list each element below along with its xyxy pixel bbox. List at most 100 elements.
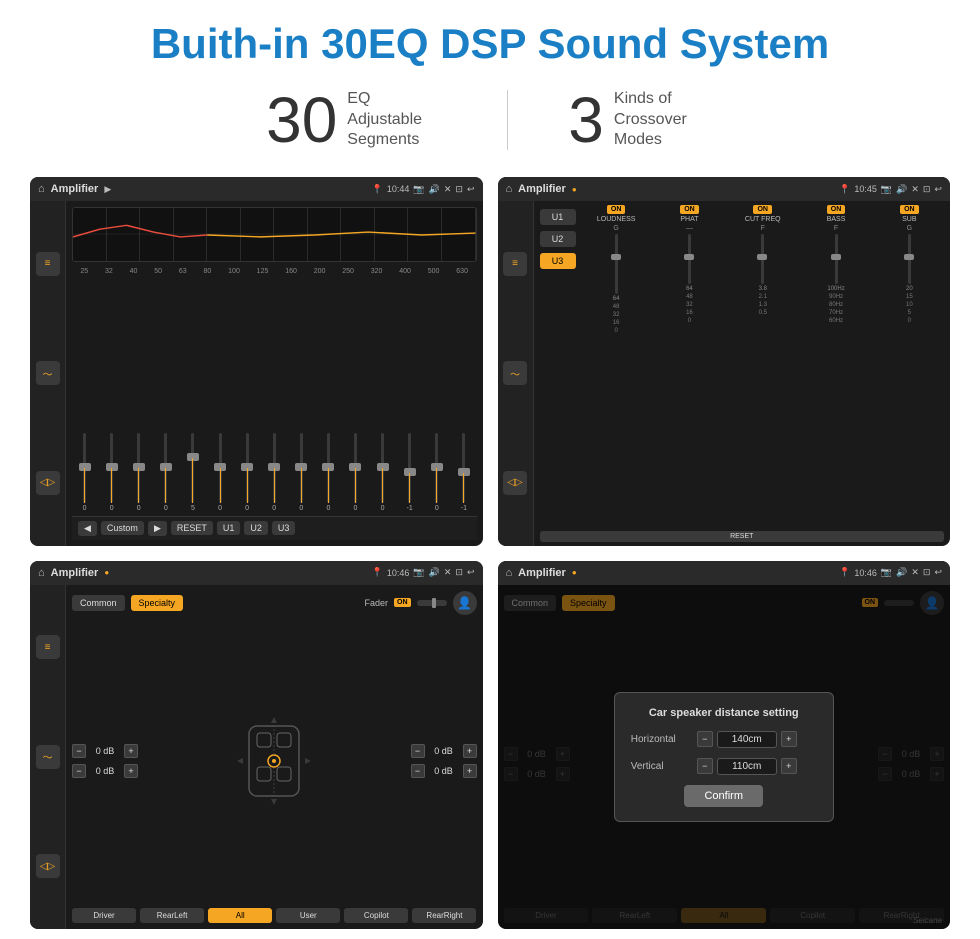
fader-slider[interactable] xyxy=(417,600,447,606)
eq-next-button[interactable]: ▶ xyxy=(148,521,167,536)
eq-sidebar-btn-2[interactable]: 〜 xyxy=(36,361,60,385)
eq-slider-0[interactable]: 0 xyxy=(72,433,97,512)
eq-cam-icon: 📷 xyxy=(413,184,424,195)
loudness-slider[interactable] xyxy=(615,234,618,294)
dialog-horizontal-row: Horizontal − + xyxy=(631,731,817,748)
eq-x-icon: ✕ xyxy=(444,184,452,195)
eq-slider-8[interactable]: 0 xyxy=(289,433,314,512)
vertical-value-input[interactable] xyxy=(717,758,777,775)
stat-crossover-number: 3 xyxy=(568,88,604,152)
confirm-button[interactable]: Confirm xyxy=(684,785,763,807)
speaker-bottom-bar: Driver RearLeft All User Copilot RearRig… xyxy=(72,908,477,923)
speaker-screen-info: 📍 10:46 📷 🔊 ✕ ⊡ ↩ xyxy=(372,567,475,578)
dialog-screen: ⌂ Amplifier ● 📍 10:46 📷 🔊 ✕ ⊡ ↩ xyxy=(498,561,951,930)
all-button[interactable]: All xyxy=(208,908,272,923)
horizontal-plus-button[interactable]: + xyxy=(781,731,797,747)
crossover-main: U1 U2 U3 ON LOUDNESS G xyxy=(534,201,951,546)
eq-graph xyxy=(72,207,477,262)
vertical-plus-button[interactable]: + xyxy=(781,758,797,774)
crossover-sidebar-btn-1[interactable]: ≡ xyxy=(503,252,527,276)
dialog-back-icon: ↩ xyxy=(934,567,942,578)
u2-button[interactable]: U2 xyxy=(540,231,576,247)
speaker-screen-title: Amplifier xyxy=(51,567,99,579)
eq-rect-icon: ⊡ xyxy=(455,184,463,195)
eq-slider-9[interactable]: 0 xyxy=(316,433,341,512)
front-right-plus[interactable]: + xyxy=(463,744,477,758)
speaker-sidebar-btn-2[interactable]: 〜 xyxy=(36,745,60,769)
vertical-minus-button[interactable]: − xyxy=(697,758,713,774)
horizontal-minus-button[interactable]: − xyxy=(697,731,713,747)
crossover-top: U1 U2 U3 ON LOUDNESS G xyxy=(540,205,945,334)
rear-right-minus[interactable]: − xyxy=(411,764,425,778)
crossover-pin-icon: 📍 xyxy=(839,184,850,195)
sub-slider[interactable] xyxy=(908,234,911,284)
eq-slider-1[interactable]: 0 xyxy=(99,433,124,512)
eq-u1-button[interactable]: U1 xyxy=(217,521,241,535)
eq-reset-button[interactable]: RESET xyxy=(171,521,213,535)
eq-slider-2[interactable]: 0 xyxy=(126,433,151,512)
speaker-cam-icon: 📷 xyxy=(413,567,424,578)
speaker-vol-icon: 🔊 xyxy=(429,567,440,578)
front-left-plus[interactable]: + xyxy=(124,744,138,758)
eq-slider-13[interactable]: 0 xyxy=(424,433,449,512)
crossover-reset-button[interactable]: RESET xyxy=(540,531,945,542)
eq-slider-7[interactable]: 0 xyxy=(262,433,287,512)
crossover-screen-info: 📍 10:45 📷 🔊 ✕ ⊡ ↩ xyxy=(839,184,942,195)
dialog-x-icon: ✕ xyxy=(911,567,919,578)
rear-right-plus[interactable]: + xyxy=(463,764,477,778)
eq-slider-6[interactable]: 0 xyxy=(235,433,260,512)
bass-on-badge: ON xyxy=(827,205,846,214)
eq-custom-button[interactable]: Custom xyxy=(101,521,144,535)
eq-slider-12[interactable]: -1 xyxy=(397,433,422,512)
front-left-minus[interactable]: − xyxy=(72,744,86,758)
cutfreq-slider[interactable] xyxy=(761,234,764,284)
speaker-sidebar-btn-1[interactable]: ≡ xyxy=(36,635,60,659)
eq-slider-5[interactable]: 0 xyxy=(207,433,232,512)
fader-on-badge: ON xyxy=(394,598,411,607)
eq-slider-4[interactable]: 5 xyxy=(180,433,205,512)
crossover-vol-icon: 🔊 xyxy=(896,184,907,195)
speaker-back-icon: ↩ xyxy=(467,567,475,578)
cutfreq-on-badge: ON xyxy=(753,205,772,214)
eq-sidebar: ≡ 〜 ◁▷ xyxy=(30,201,66,546)
eq-sidebar-btn-3[interactable]: ◁▷ xyxy=(36,471,60,495)
copilot-button[interactable]: Copilot xyxy=(344,908,408,923)
front-right-minus[interactable]: − xyxy=(411,744,425,758)
crossover-sidebar-btn-2[interactable]: 〜 xyxy=(503,361,527,385)
play-icon: ▶ xyxy=(104,184,111,195)
eq-screen-info: 📍 10:44 📷 🔊 ✕ ⊡ ↩ xyxy=(372,184,475,195)
eq-u3-button[interactable]: U3 xyxy=(272,521,296,535)
front-right-db-control: − 0 dB + xyxy=(411,744,477,758)
dialog-title: Car speaker distance setting xyxy=(631,707,817,719)
phat-slider[interactable] xyxy=(688,234,691,284)
eq-sidebar-btn-1[interactable]: ≡ xyxy=(36,252,60,276)
u3-button[interactable]: U3 xyxy=(540,253,576,269)
rear-left-plus[interactable]: + xyxy=(124,764,138,778)
eq-u2-button[interactable]: U2 xyxy=(244,521,268,535)
horizontal-value-input[interactable] xyxy=(717,731,777,748)
rear-left-button[interactable]: RearLeft xyxy=(140,908,204,923)
eq-slider-11[interactable]: 0 xyxy=(370,433,395,512)
eq-bottom-bar: ◀ Custom ▶ RESET U1 U2 U3 xyxy=(72,516,477,540)
user-icon: 👤 xyxy=(453,591,477,615)
u1-button[interactable]: U1 xyxy=(540,209,576,225)
dialog-box: Car speaker distance setting Horizontal … xyxy=(614,692,834,822)
rear-right-button[interactable]: RearRight xyxy=(412,908,476,923)
eq-prev-button[interactable]: ◀ xyxy=(78,521,97,536)
rear-left-minus[interactable]: − xyxy=(72,764,86,778)
loudness-name: LOUDNESS xyxy=(597,216,636,223)
car-svg xyxy=(229,711,319,811)
speaker-sidebar-btn-3[interactable]: ◁▷ xyxy=(36,854,60,878)
specialty-button[interactable]: Specialty xyxy=(131,595,184,611)
eq-slider-3[interactable]: 0 xyxy=(153,433,178,512)
eq-slider-14[interactable]: -1 xyxy=(451,433,476,512)
common-button[interactable]: Common xyxy=(72,595,125,611)
driver-button[interactable]: Driver xyxy=(72,908,136,923)
bass-slider[interactable] xyxy=(835,234,838,284)
eq-screen: ⌂ Amplifier ▶ 📍 10:44 📷 🔊 ✕ ⊡ ↩ ≡ 〜 xyxy=(30,177,483,546)
eq-slider-10[interactable]: 0 xyxy=(343,433,368,512)
user-button[interactable]: User xyxy=(276,908,340,923)
crossover-screen: ⌂ Amplifier ● 📍 10:45 📷 🔊 ✕ ⊡ ↩ ≡ 〜 xyxy=(498,177,951,546)
crossover-sidebar-btn-3[interactable]: ◁▷ xyxy=(503,471,527,495)
crossover-home-icon: ⌂ xyxy=(506,183,513,195)
